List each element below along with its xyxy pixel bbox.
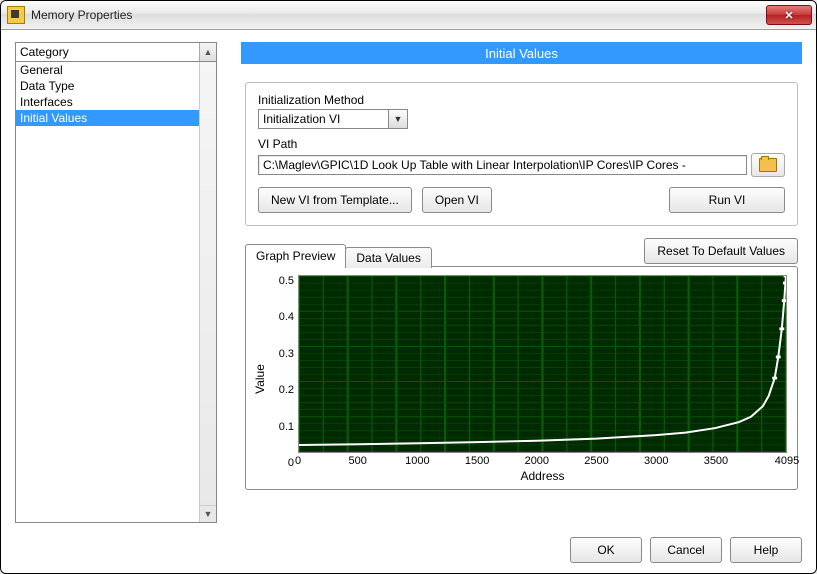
sidebar-item-label: Interfaces [20, 95, 73, 109]
sidebar-item-label: Data Type [20, 79, 74, 93]
init-method-value: Initialization VI [263, 112, 340, 126]
scrollbar[interactable]: ▼ [199, 62, 216, 522]
vi-path-input[interactable]: C:\Maglev\GPIC\1D Look Up Table with Lin… [258, 155, 747, 175]
tab-graph-preview[interactable]: Graph Preview [245, 244, 346, 267]
sidebar-item-label: Initial Values [20, 111, 87, 125]
sidebar-item-general[interactable]: General [16, 62, 216, 78]
cancel-button[interactable]: Cancel [650, 537, 722, 563]
category-header-label: Category [20, 45, 69, 59]
titlebar: Memory Properties ✕ [1, 1, 816, 30]
initialization-group: Initialization Method Initialization VI … [245, 82, 798, 226]
vi-path-label: VI Path [258, 137, 785, 151]
init-method-label: Initialization Method [258, 93, 785, 107]
sidebar-item-interfaces[interactable]: Interfaces [16, 94, 216, 110]
spacer [502, 187, 659, 213]
main-area: Category ▲ General Data Type Interfaces … [15, 42, 802, 523]
close-button[interactable]: ✕ [766, 5, 812, 25]
browse-button[interactable] [751, 153, 785, 177]
window-body: Category ▲ General Data Type Interfaces … [1, 30, 816, 573]
ok-button[interactable]: OK [570, 537, 642, 563]
tab-label: Graph Preview [256, 249, 335, 263]
help-button[interactable]: Help [730, 537, 802, 563]
folder-icon [759, 158, 777, 172]
button-label: OK [597, 543, 614, 557]
y-axis-label: Value [252, 275, 268, 483]
tab-row: Graph Preview Data Values Reset To Defau… [245, 242, 798, 266]
y-axis-ticks: 0.50.40.30.20.10 [268, 275, 298, 483]
chart-section: Graph Preview Data Values Reset To Defau… [245, 242, 798, 490]
button-label: Reset To Default Values [657, 244, 785, 258]
tab-label: Data Values [356, 251, 420, 265]
dialog-button-row: OK Cancel Help [15, 523, 802, 563]
chart-frame: Value 0.50.40.30.20.10 05001000150020002… [245, 266, 798, 490]
sidebar-item-label: General [20, 63, 63, 77]
reset-defaults-button[interactable]: Reset To Default Values [644, 238, 798, 264]
chevron-down-icon: ▼ [388, 110, 407, 128]
button-label: Open VI [435, 193, 479, 207]
reset-wrap: Reset To Default Values [644, 238, 798, 264]
plot-column: 05001000150020002500300035004095 Address [298, 275, 787, 483]
close-icon: ✕ [784, 9, 793, 22]
chart-svg [299, 276, 786, 452]
category-panel: Category ▲ General Data Type Interfaces … [15, 42, 217, 523]
button-label: New VI from Template... [271, 193, 399, 207]
app-icon [7, 6, 25, 24]
x-axis-ticks: 05001000150020002500300035004095 [298, 453, 787, 469]
button-label: Run VI [709, 193, 746, 207]
open-vi-button[interactable]: Open VI [422, 187, 492, 213]
scroll-up-button[interactable]: ▲ [199, 43, 216, 61]
vi-path-row: C:\Maglev\GPIC\1D Look Up Table with Lin… [258, 153, 785, 177]
panel-title-label: Initial Values [485, 46, 558, 61]
x-axis-label: Address [298, 469, 787, 483]
sidebar-item-data-type[interactable]: Data Type [16, 78, 216, 94]
new-vi-button[interactable]: New VI from Template... [258, 187, 412, 213]
panel-title: Initial Values [241, 42, 802, 64]
scroll-down-button[interactable]: ▼ [200, 505, 216, 522]
right-panel: Initial Values Initialization Method Ini… [241, 42, 802, 523]
run-vi-button[interactable]: Run VI [669, 187, 785, 213]
button-label: Help [754, 543, 779, 557]
sidebar-item-initial-values[interactable]: Initial Values [16, 110, 216, 126]
category-header: Category ▲ [15, 42, 217, 61]
button-label: Cancel [667, 543, 704, 557]
dialog-window: Memory Properties ✕ Category ▲ General D… [0, 0, 817, 574]
plot-area [298, 275, 787, 453]
init-method-dropdown[interactable]: Initialization VI ▼ [258, 109, 408, 129]
vi-button-row: New VI from Template... Open VI Run VI [258, 187, 785, 213]
tab-data-values[interactable]: Data Values [345, 247, 431, 268]
window-title: Memory Properties [31, 8, 766, 22]
category-list[interactable]: General Data Type Interfaces Initial Val… [15, 61, 217, 523]
